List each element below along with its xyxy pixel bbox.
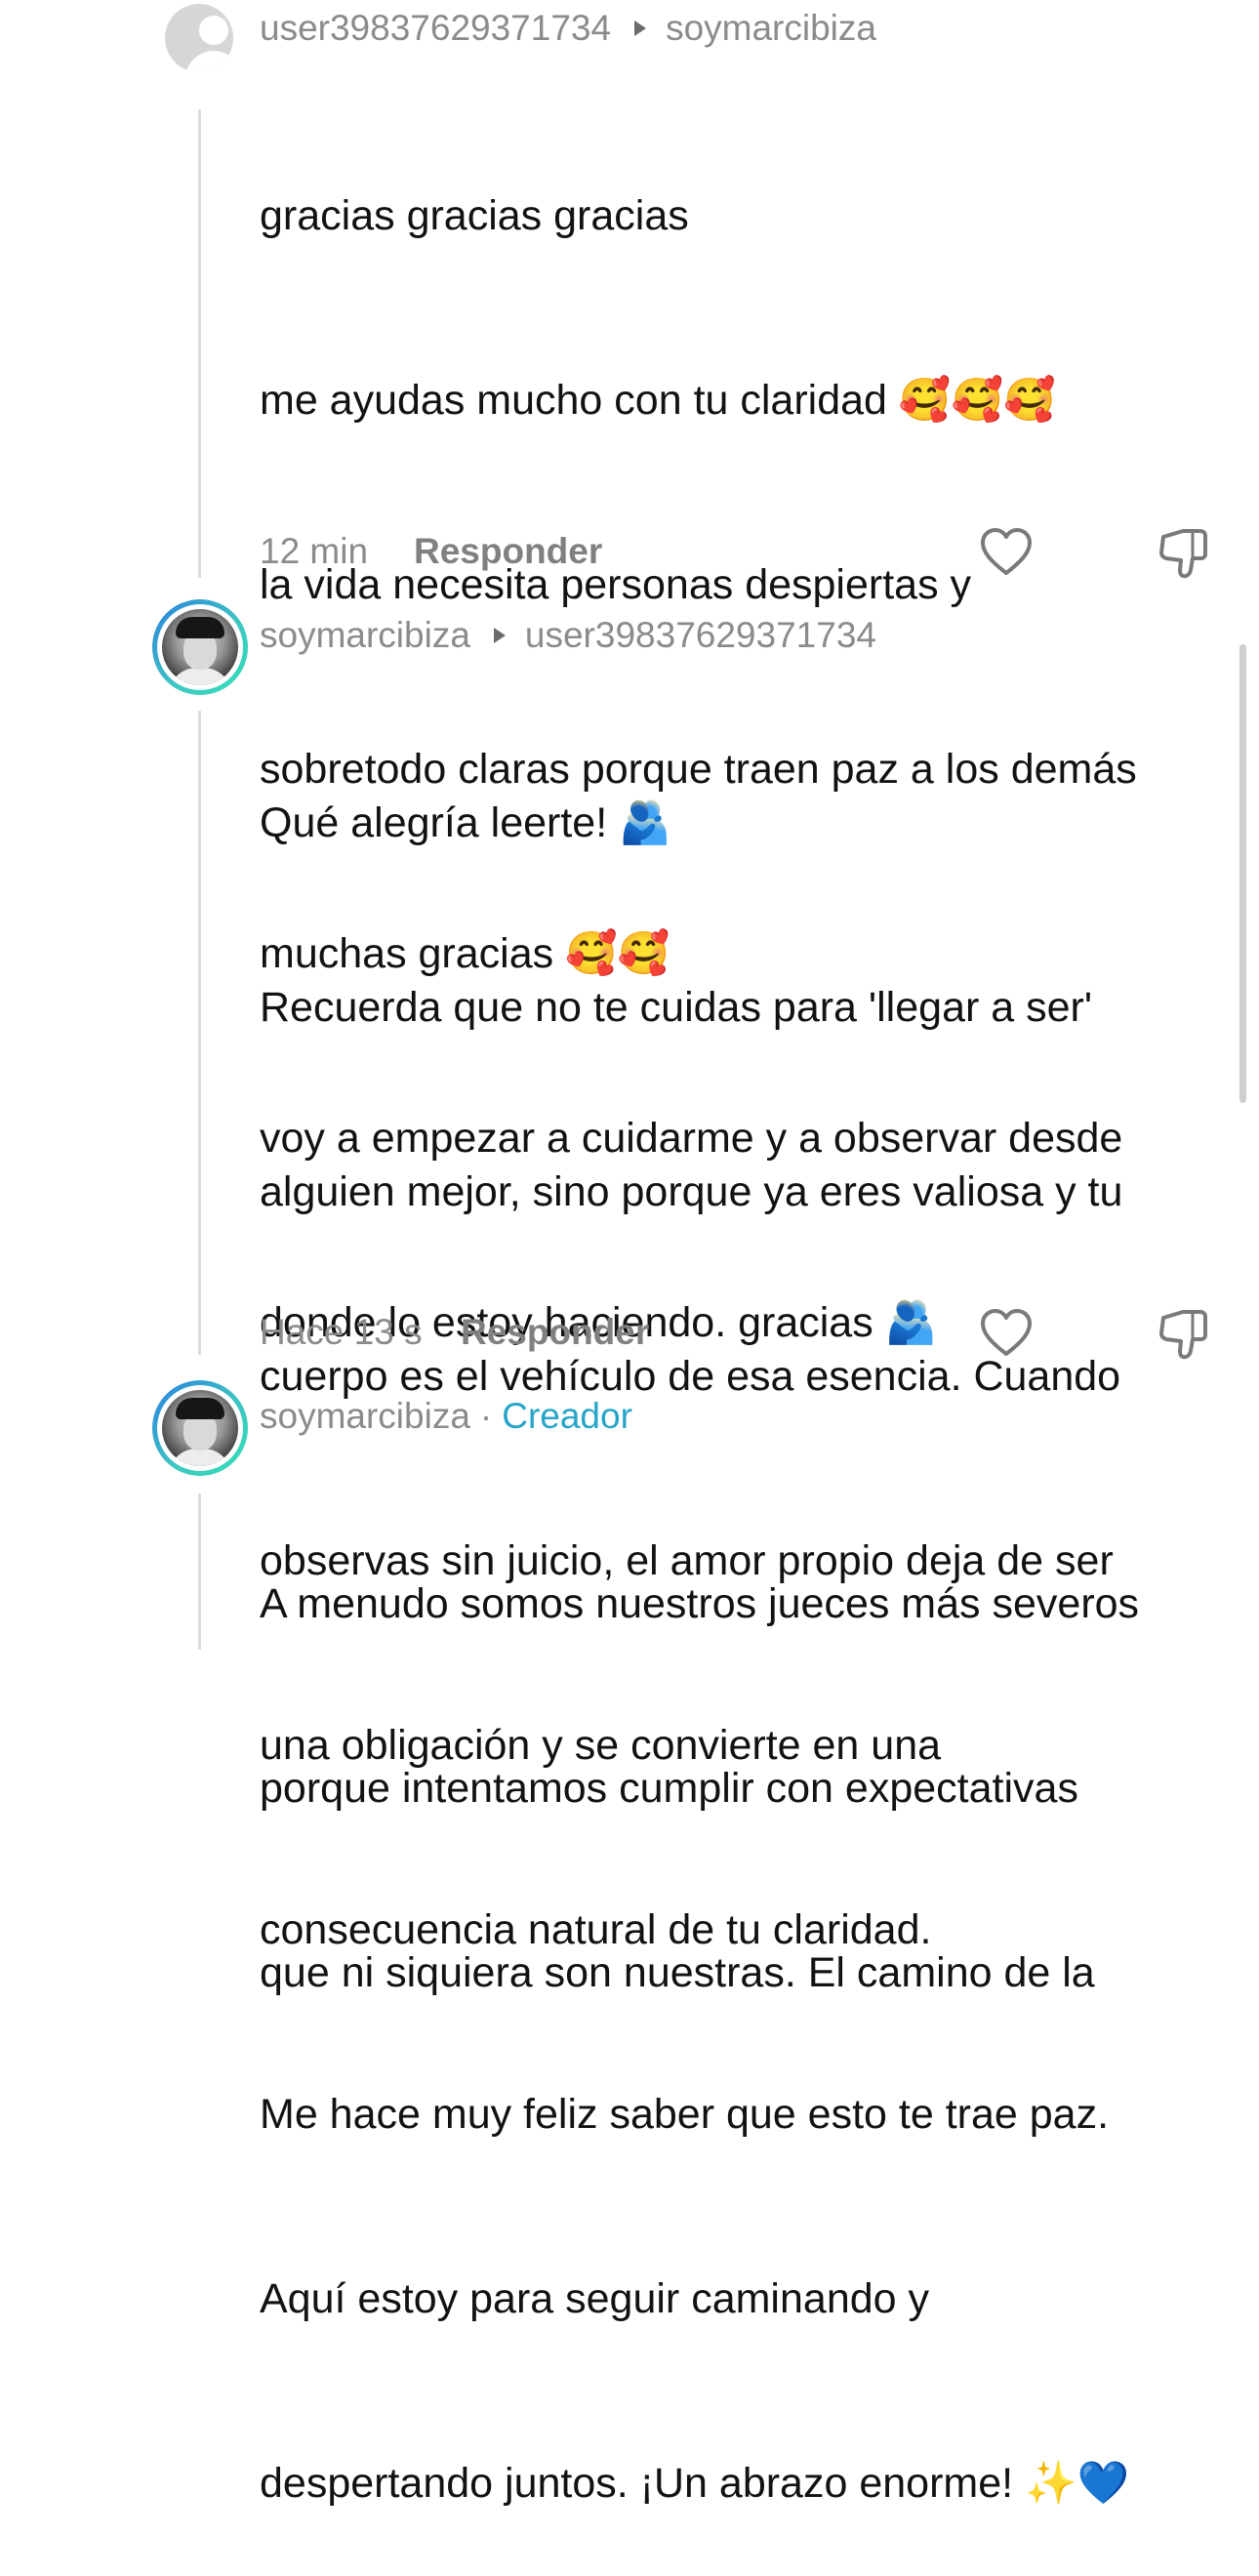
comment: user39837629371734 soymarcibiza gracias … bbox=[0, 0, 1259, 1346]
reply-to-name[interactable]: soymarcibiza bbox=[666, 8, 876, 49]
creator-badge: Creador bbox=[502, 1396, 632, 1436]
scrollbar[interactable] bbox=[1239, 644, 1246, 1103]
reply-button[interactable]: Responder bbox=[414, 531, 602, 572]
comment-line: Qué alegría leerte! 🫂 bbox=[260, 799, 671, 846]
triangle-right-icon bbox=[493, 628, 506, 643]
separator-dot: · bbox=[479, 1396, 493, 1436]
comment-line: Me hace muy feliz saber que esto te trae… bbox=[260, 2091, 1110, 2138]
thumbs-down-outline-icon[interactable] bbox=[1157, 1308, 1210, 1361]
comment-line: que ni siquiera son nuestras. El camino … bbox=[260, 1949, 1095, 1996]
comment-line: despertando juntos. ¡Un abrazo enorme! ✨… bbox=[260, 2460, 1130, 2507]
author-name[interactable]: soymarcibiza bbox=[260, 1396, 470, 1437]
triangle-right-icon bbox=[634, 20, 647, 36]
comment-line: porque intentamos cumplir con expectativ… bbox=[260, 1765, 1078, 1812]
comment-line: A menudo somos nuestros jueces más sever… bbox=[260, 1580, 1140, 1627]
comment-line: Recuerda que no te cuidas para 'llegar a… bbox=[260, 984, 1093, 1031]
comment-body: A menudo somos nuestros jueces más sever… bbox=[260, 1451, 1245, 2065]
timestamp: Hace 13 s bbox=[260, 1312, 423, 1352]
timestamp: 12 min bbox=[260, 531, 369, 571]
default-avatar[interactable] bbox=[165, 4, 233, 72]
comment-header: soymarcibiza user39837629371734 bbox=[260, 615, 876, 656]
heart-outline-icon[interactable] bbox=[980, 1308, 1033, 1359]
thumbs-down-outline-icon[interactable] bbox=[1157, 527, 1210, 580]
reply-button[interactable]: Responder bbox=[461, 1312, 649, 1353]
comment-line: alguien mejor, sino porque ya eres valio… bbox=[260, 1168, 1123, 1215]
comment-line: me ayudas mucho con tu claridad 🥰🥰🥰 bbox=[260, 377, 1056, 424]
author-name[interactable]: user39837629371734 bbox=[260, 8, 611, 49]
avatar[interactable] bbox=[152, 599, 248, 695]
comment-header: user39837629371734 soymarcibiza bbox=[260, 8, 876, 49]
heart-outline-icon[interactable] bbox=[980, 527, 1033, 578]
reply-to-name[interactable]: user39837629371734 bbox=[525, 615, 876, 656]
comment-actions: 12 min Responder bbox=[260, 527, 1216, 579]
author-name[interactable]: soymarcibiza bbox=[260, 615, 470, 656]
avatar[interactable] bbox=[152, 1380, 248, 1476]
comment-actions: Hace 13 s Responder bbox=[260, 1308, 1216, 1360]
comment-header: soymarcibiza · Creador bbox=[260, 1396, 632, 1437]
comment-line: gracias gracias gracias bbox=[260, 192, 689, 239]
thread-line bbox=[198, 1493, 201, 1650]
comment-line: Aquí estoy para seguir caminando y bbox=[260, 2275, 930, 2322]
